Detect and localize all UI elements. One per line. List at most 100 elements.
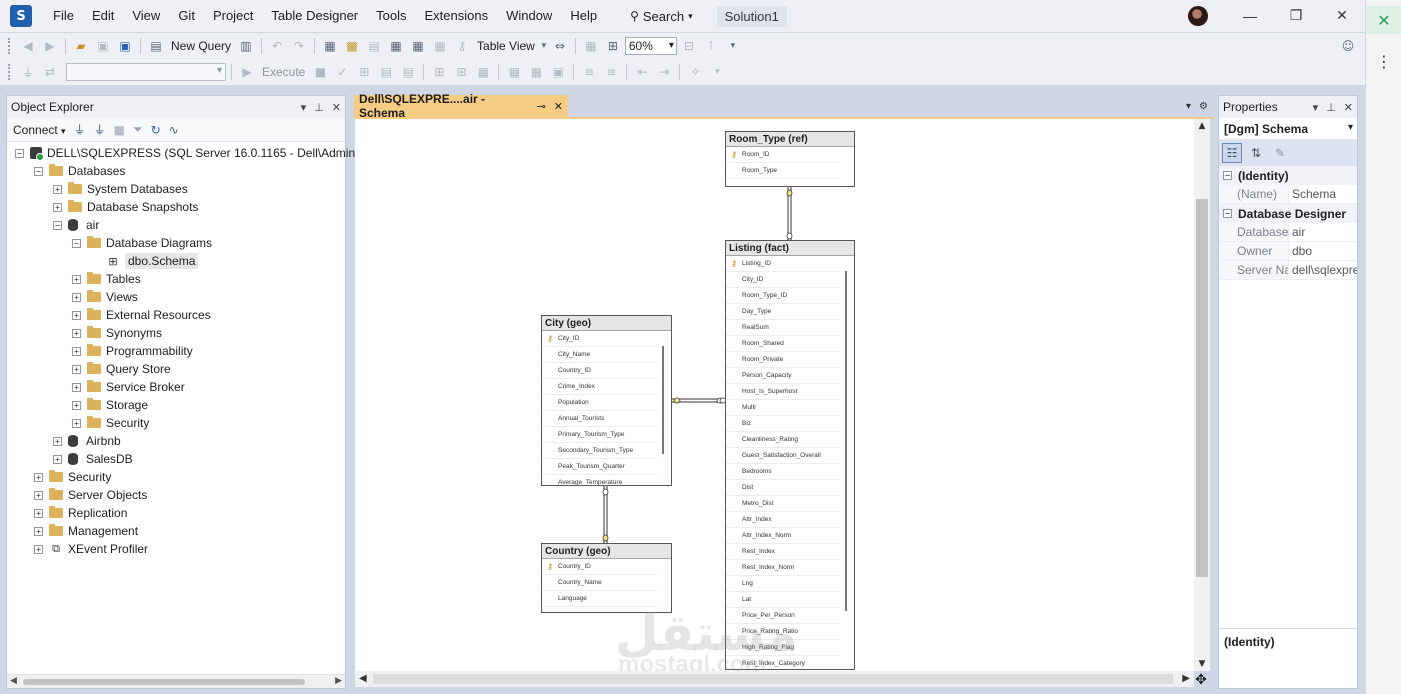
save-all-icon[interactable]: ▣ [115,36,135,56]
expand-icon[interactable]: + [53,436,62,446]
new-query-button[interactable]: New Query [168,39,234,53]
pan-move-icon[interactable]: ✥ [1190,671,1212,689]
column-row[interactable]: ⚷ Country_ID [542,559,657,575]
feedback-icon[interactable]: ☺ [1338,36,1358,56]
menu-project[interactable]: Project [204,0,262,32]
column-row[interactable]: Country_ID [542,363,657,379]
menu-edit[interactable]: Edit [83,0,123,32]
client-stats-icon[interactable]: ▦ [473,62,493,82]
column-row[interactable]: Host_Is_Superhost [726,384,840,400]
comment-icon[interactable]: ≡ [579,62,599,82]
property-value[interactable]: dbo [1289,242,1357,260]
column-row[interactable]: Secondary_Tourism_Type [542,443,657,459]
table-title[interactable]: Room_Type (ref) [726,132,854,147]
pin-icon[interactable]: ⊥ [314,101,324,114]
column-row[interactable]: Population [542,395,657,411]
object-explorer-horizontal-scrollbar[interactable]: ◀ ▶ [7,674,345,688]
column-row[interactable]: Room_Type [726,163,840,179]
column-row[interactable]: Room_Private [726,352,840,368]
cancel-execute-icon[interactable]: ■ [310,62,330,82]
table-title[interactable]: City (geo) [542,316,671,331]
property-category[interactable]: − (Identity) [1219,166,1357,185]
restore-button[interactable]: ❐ [1273,0,1319,32]
panel-dropdown-icon[interactable]: ▾ [1313,101,1319,114]
column-row[interactable]: Country_Name [542,575,657,591]
expand-icon[interactable]: + [34,508,43,518]
scrollbar-thumb[interactable] [1196,199,1208,577]
expand-icon[interactable]: + [72,274,81,284]
expand-icon[interactable]: + [53,202,62,212]
arrange-tables-icon[interactable]: ▦ [581,36,601,56]
activity-monitor-icon[interactable]: ∿ [169,123,179,137]
column-row[interactable]: City_ID [726,272,840,288]
diagram-vertical-scrollbar[interactable]: ▲ ▼ [1194,119,1210,671]
menu-help[interactable]: Help [561,0,606,32]
panel-dropdown-icon[interactable]: ▾ [301,101,307,114]
categorized-icon[interactable]: ☷ [1222,143,1242,163]
tree-node[interactable]: + Database Snapshots [7,198,345,216]
live-stats-icon[interactable]: ⊞ [451,62,471,82]
menu-tools[interactable]: Tools [367,0,415,32]
column-row[interactable]: Cleanliness_Rating [726,432,840,448]
menu-file[interactable]: File [44,0,83,32]
scroll-down-icon[interactable]: ▼ [1194,659,1210,669]
tree-node[interactable]: + ⧉ XEvent Profiler [7,540,345,558]
tree-node[interactable]: + Programmability [7,342,345,360]
page-break-icon[interactable]: ⊟ [679,36,699,56]
back-icon[interactable]: ◀ [18,36,38,56]
close-window-button[interactable]: ✕ [1319,0,1365,32]
close-icon[interactable]: ✕ [1344,101,1353,114]
tree-node[interactable]: + Service Broker [7,378,345,396]
expand-icon[interactable]: + [34,526,43,536]
column-row[interactable]: Metro_Dist [726,496,840,512]
tree-node[interactable]: + Management [7,522,345,540]
column-row[interactable]: Attr_Index_Norm [726,528,840,544]
column-row[interactable]: Peak_Tourism_Quarter [542,459,657,475]
column-row[interactable]: Lng [726,576,840,592]
ssms-logo-icon[interactable]: S [10,5,32,27]
connect-plug-icon[interactable]: ⏚ [18,62,38,82]
open-folder-icon[interactable]: ▰ [71,36,91,56]
property-row[interactable]: Database air [1219,223,1357,242]
close-icon[interactable]: ✕ [332,101,341,114]
avatar[interactable] [1188,6,1208,26]
search-button[interactable]: ⚲ Search ▾ [620,9,703,24]
results-file-icon[interactable]: ▣ [548,62,568,82]
close-tab-icon[interactable]: ✕ [554,100,563,113]
table-city[interactable]: City (geo) ⚷ City_ID City_Name Country_ID Cri… [541,315,672,486]
gear-icon[interactable]: ⚙ [1199,101,1208,112]
toolbar-overflow-icon[interactable]: ▾ [707,62,727,82]
column-row[interactable]: Biz [726,416,840,432]
expand-icon[interactable]: + [53,184,62,194]
query-options-icon[interactable]: ▥ [236,36,256,56]
indent-icon[interactable]: ⇥ [654,62,674,82]
expand-icon[interactable]: + [72,346,81,356]
pin-tab-icon[interactable]: ⊸ [537,100,546,113]
column-row[interactable]: Dist [726,480,840,496]
tree-node[interactable]: + SalesDB [7,450,345,468]
stop-icon[interactable]: ■ [114,123,125,137]
save-icon[interactable]: ▣ [93,36,113,56]
property-category[interactable]: − Database Designer [1219,204,1357,223]
change-connection-icon[interactable]: ⇄ [40,62,60,82]
table-view-chevron-icon[interactable]: ▾ [540,36,548,56]
column-row[interactable]: Attr_Index [726,512,840,528]
scrollbar-thumb[interactable] [373,674,1173,684]
expand-icon[interactable]: + [34,490,43,500]
scroll-right-icon[interactable]: ▶ [335,676,342,686]
collapse-icon[interactable]: − [72,238,81,248]
collapse-icon[interactable]: − [15,148,24,158]
toolbar-overflow-icon[interactable]: ▾ [723,36,743,56]
tab-list-dropdown-icon[interactable]: ▾ [1186,101,1191,112]
property-pages-icon[interactable]: ✎ [1270,143,1290,163]
activity-monitor-icon[interactable]: ▦ [320,36,340,56]
tree-node[interactable]: − DELL\SQLEXPRESS (SQL Server 16.0.1165 -… [7,144,367,162]
tree-node[interactable]: + Replication [7,504,345,522]
autosize-icon[interactable]: ⇔ [550,36,570,56]
uncomment-icon[interactable]: ≡ [601,62,621,82]
collapse-icon[interactable]: − [1223,171,1232,180]
tree-node[interactable]: + External Resources [7,306,345,324]
property-row[interactable]: (Name) Schema [1219,185,1357,204]
query-designer-icon[interactable]: ▤ [376,62,396,82]
property-row[interactable]: Owner dbo [1219,242,1357,261]
